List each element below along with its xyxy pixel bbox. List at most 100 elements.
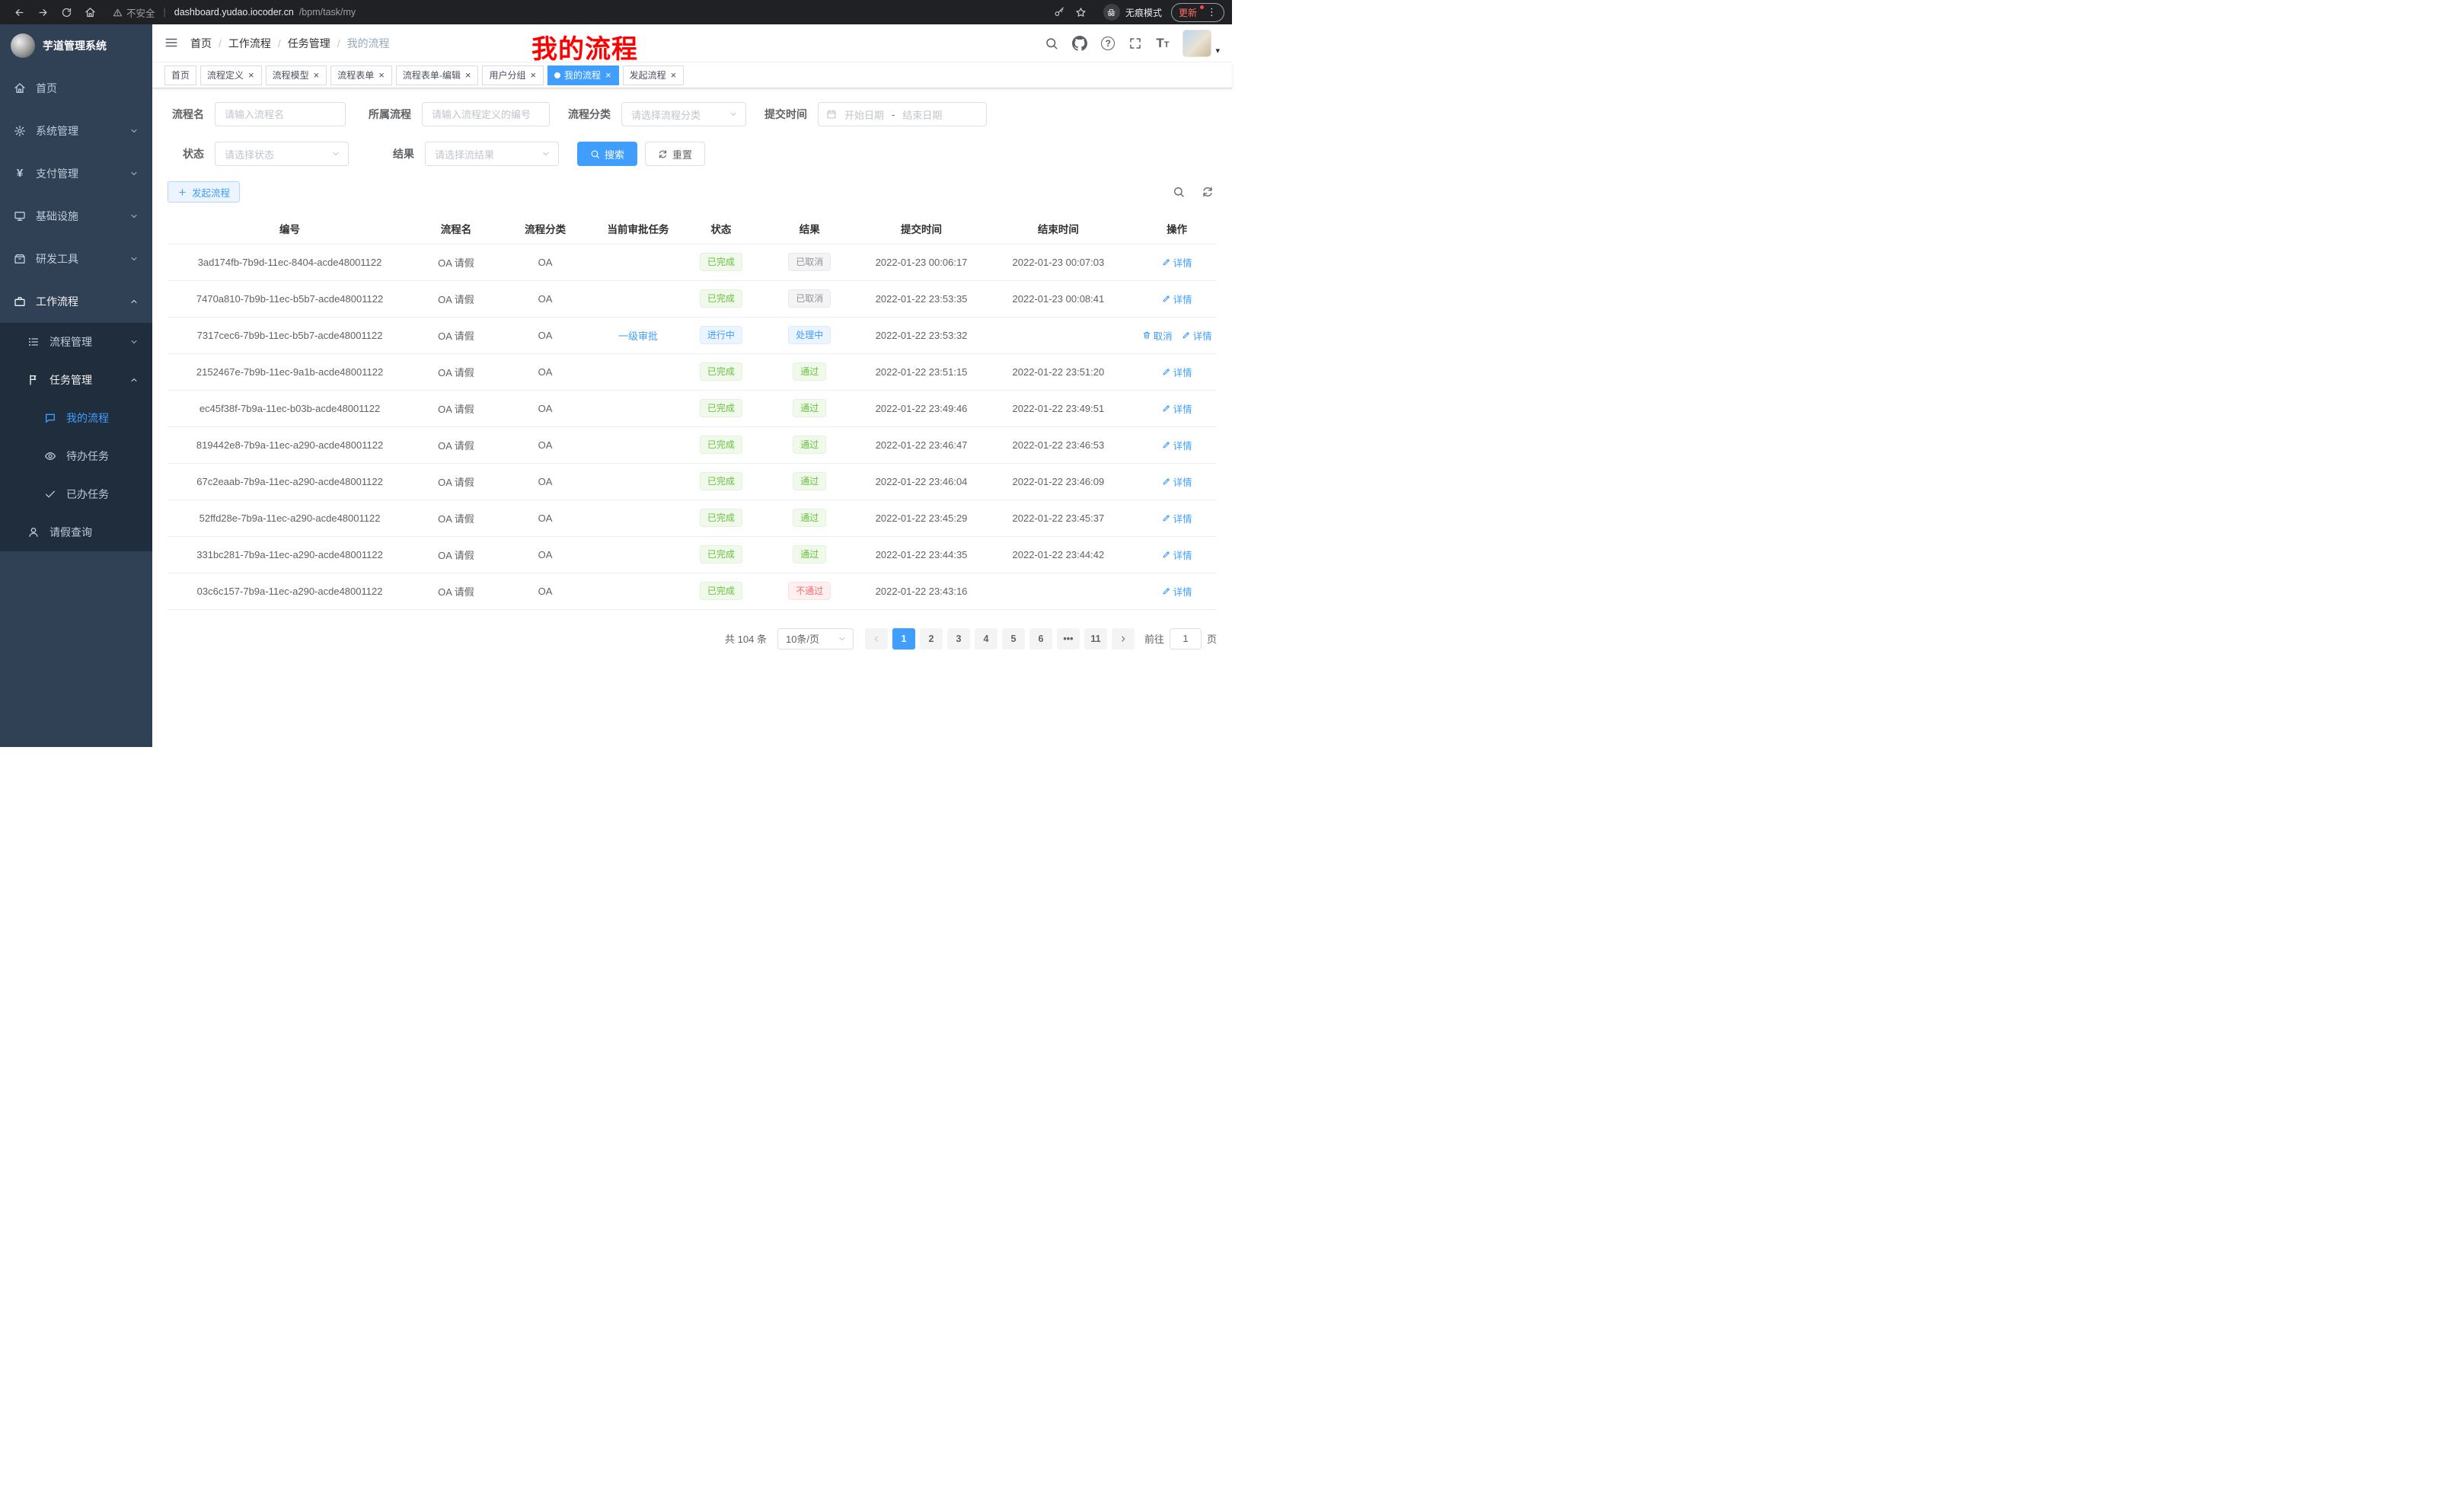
detail-action[interactable]: 详情 — [1162, 438, 1192, 452]
sidebar-item-payment[interactable]: ¥ 支付管理 — [0, 152, 152, 195]
refresh-table-icon[interactable] — [1202, 186, 1214, 198]
tab-2[interactable]: 流程模型 × — [266, 65, 327, 85]
category-select[interactable]: 请选择流程分类 — [621, 102, 746, 126]
page-more-button[interactable]: ••• — [1057, 628, 1080, 650]
page-button-6[interactable]: 6 — [1029, 628, 1052, 650]
submit-time-range-picker[interactable]: 开始日期 - 结束日期 — [818, 102, 987, 126]
security-status[interactable]: 不安全 — [113, 5, 155, 20]
annotation-title: 我的流程 — [531, 28, 638, 65]
total-count: 共 104 条 — [725, 631, 767, 646]
detail-action[interactable]: 详情 — [1162, 255, 1192, 270]
password-key-icon[interactable] — [1054, 7, 1064, 18]
result-tag: 通过 — [793, 436, 826, 454]
process-name-input[interactable] — [215, 102, 346, 126]
page-button-1[interactable]: 1 — [892, 628, 915, 650]
cancel-action[interactable]: 取消 — [1142, 328, 1173, 343]
forward-button[interactable] — [37, 7, 49, 18]
help-icon[interactable]: ? — [1101, 37, 1115, 50]
cell-category: OA — [500, 536, 591, 573]
home-icon — [14, 82, 26, 94]
close-icon[interactable]: × — [247, 70, 255, 80]
cell-result: 通过 — [756, 463, 863, 500]
fullscreen-icon[interactable] — [1128, 37, 1142, 50]
sidebar-item-home[interactable]: 首页 — [0, 67, 152, 110]
update-label: 更新 — [1179, 6, 1197, 19]
current-task-link[interactable]: 一级审批 — [618, 330, 658, 342]
tab-4[interactable]: 流程表单-编辑 × — [396, 65, 479, 85]
flag-icon — [27, 374, 40, 386]
cell-status: 已完成 — [686, 244, 756, 280]
bookmark-star-icon[interactable] — [1075, 7, 1087, 18]
detail-action[interactable]: 详情 — [1162, 365, 1192, 379]
tab-5[interactable]: 用户分组 × — [482, 65, 544, 85]
back-button[interactable] — [14, 7, 25, 18]
detail-action[interactable]: 详情 — [1162, 584, 1192, 599]
detail-action[interactable]: 详情 — [1162, 511, 1192, 525]
page-button-11[interactable]: 11 — [1084, 628, 1107, 650]
close-icon[interactable]: × — [605, 70, 612, 80]
sidebar-item-process-mgmt[interactable]: 流程管理 — [0, 323, 152, 361]
breadcrumb-workflow[interactable]: 工作流程 — [228, 36, 271, 51]
cell-status: 已完成 — [686, 280, 756, 317]
tab-1[interactable]: 流程定义 × — [200, 65, 262, 85]
breadcrumb-task-management[interactable]: 任务管理 — [288, 36, 330, 51]
browser-menu-icon[interactable]: ⋮ — [1207, 6, 1217, 18]
sidebar-item-devtools[interactable]: 研发工具 — [0, 238, 152, 280]
show-search-icon[interactable] — [1173, 186, 1185, 198]
sidebar-item-leave-query[interactable]: 请假查询 — [0, 513, 152, 551]
font-size-icon[interactable]: TT — [1156, 37, 1169, 49]
sidebar-item-done-tasks[interactable]: 已办任务 — [0, 475, 152, 513]
hamburger-button[interactable] — [152, 36, 190, 50]
page-size-select[interactable]: 10条/页 — [777, 628, 854, 650]
page-button-5[interactable]: 5 — [1002, 628, 1025, 650]
breadcrumb-home[interactable]: 首页 — [190, 36, 212, 51]
reload-button[interactable] — [61, 7, 72, 18]
address-bar[interactable]: 不安全 | dashboard.yudao.iocoder.cn/bpm/tas… — [102, 5, 1097, 20]
github-icon[interactable] — [1072, 36, 1087, 51]
detail-action[interactable]: 详情 — [1162, 547, 1192, 562]
tab-3[interactable]: 流程表单 × — [330, 65, 392, 85]
create-process-button[interactable]: 发起流程 — [168, 181, 240, 203]
close-icon[interactable]: × — [670, 70, 678, 80]
detail-action[interactable]: 详情 — [1162, 292, 1192, 306]
security-label: 不安全 — [126, 5, 155, 20]
close-icon[interactable]: × — [529, 70, 537, 80]
edit-icon — [1162, 440, 1171, 449]
detail-action[interactable]: 详情 — [1182, 328, 1212, 343]
sidebar-item-task-mgmt[interactable]: 任务管理 — [0, 361, 152, 399]
user-menu[interactable]: ▾ — [1183, 30, 1220, 57]
edit-icon — [1162, 257, 1171, 267]
page-button-3[interactable]: 3 — [947, 628, 970, 650]
browser-update-button[interactable]: 更新 ⋮ — [1171, 3, 1224, 22]
sidebar-item-system[interactable]: 系统管理 — [0, 110, 152, 152]
search-button[interactable]: 搜索 — [577, 142, 637, 166]
sidebar-item-workflow[interactable]: 工作流程 — [0, 280, 152, 323]
detail-action[interactable]: 详情 — [1162, 401, 1192, 416]
cell-actions: 详情 — [1137, 244, 1217, 280]
close-icon[interactable]: × — [313, 70, 321, 80]
sidebar-item-my-process[interactable]: 我的流程 — [0, 399, 152, 437]
parent-process-input[interactable] — [422, 102, 550, 126]
page-button-4[interactable]: 4 — [975, 628, 997, 650]
close-icon[interactable]: × — [464, 70, 472, 80]
sidebar-item-todo-tasks[interactable]: 待办任务 — [0, 437, 152, 475]
avatar[interactable] — [1183, 30, 1211, 57]
page-button-2[interactable]: 2 — [920, 628, 943, 650]
cell-actions: 详情 — [1137, 536, 1217, 573]
tab-6[interactable]: 我的流程 × — [547, 65, 619, 85]
result-select[interactable]: 请选择流结果 — [425, 142, 559, 166]
status-select[interactable]: 请选择状态 — [215, 142, 349, 166]
tab-7[interactable]: 发起流程 × — [623, 65, 685, 85]
close-icon[interactable]: × — [378, 70, 385, 80]
detail-action[interactable]: 详情 — [1162, 474, 1192, 489]
search-icon[interactable] — [1045, 37, 1058, 50]
sidebar-item-infra[interactable]: 基础设施 — [0, 195, 152, 238]
next-page-button[interactable] — [1112, 628, 1135, 650]
tab-0[interactable]: 首页 — [164, 65, 196, 85]
prev-page-button[interactable] — [865, 628, 888, 650]
cell-category: OA — [500, 573, 591, 609]
reset-button[interactable]: 重置 — [645, 142, 705, 166]
browser-home-button[interactable] — [85, 7, 96, 18]
goto-page-input[interactable] — [1170, 628, 1202, 650]
app-logo[interactable]: 芋道管理系统 — [0, 24, 152, 67]
